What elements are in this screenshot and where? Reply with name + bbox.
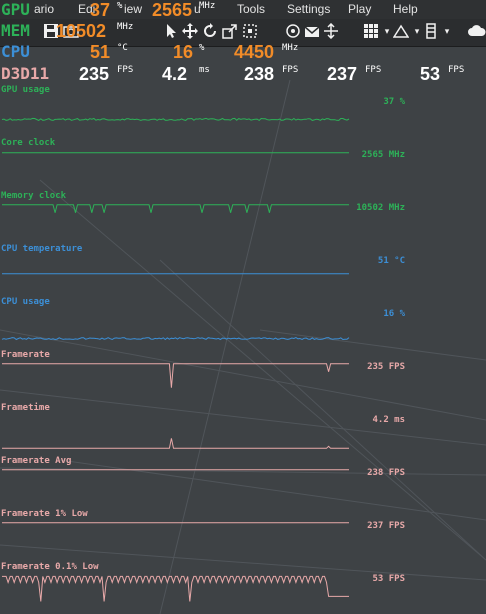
graph-label: Frametime: [1, 403, 50, 413]
graph-line: [1, 117, 350, 122]
graph-line: [2, 575, 349, 602]
graph-value: 37 %: [383, 97, 405, 107]
graph-label: GPU usage: [1, 85, 50, 95]
graph-value: 2565 MHz: [361, 150, 405, 160]
graph-value: 53 FPS: [372, 574, 405, 584]
graph-label: Framerate 0.1% Low: [1, 562, 99, 572]
monitoring-graphs: [1, 117, 350, 602]
graph-value: 4.2 ms: [372, 415, 405, 425]
graph-value: 51 °C: [377, 256, 405, 266]
graph-value: 237 FPS: [367, 521, 405, 531]
graph-label: Core clock: [1, 138, 56, 148]
graph-value: 238 FPS: [367, 468, 405, 478]
graph-value: 16 %: [383, 309, 405, 319]
graph-label: Framerate 1% Low: [1, 509, 88, 519]
graph-value: 235 FPS: [367, 362, 405, 372]
graph-label: Memory clock: [1, 191, 67, 201]
graph-label: CPU usage: [1, 297, 50, 307]
graph-line: [1, 337, 350, 341]
graph-value: 10502 MHz: [356, 203, 405, 213]
graph-label: Framerate Avg: [1, 456, 72, 466]
graph-label: Framerate: [1, 350, 50, 360]
graph-line: [2, 204, 349, 213]
graph-label: CPU temperature: [1, 244, 83, 254]
graph-line: [2, 363, 349, 388]
graph-line: [2, 438, 349, 449]
